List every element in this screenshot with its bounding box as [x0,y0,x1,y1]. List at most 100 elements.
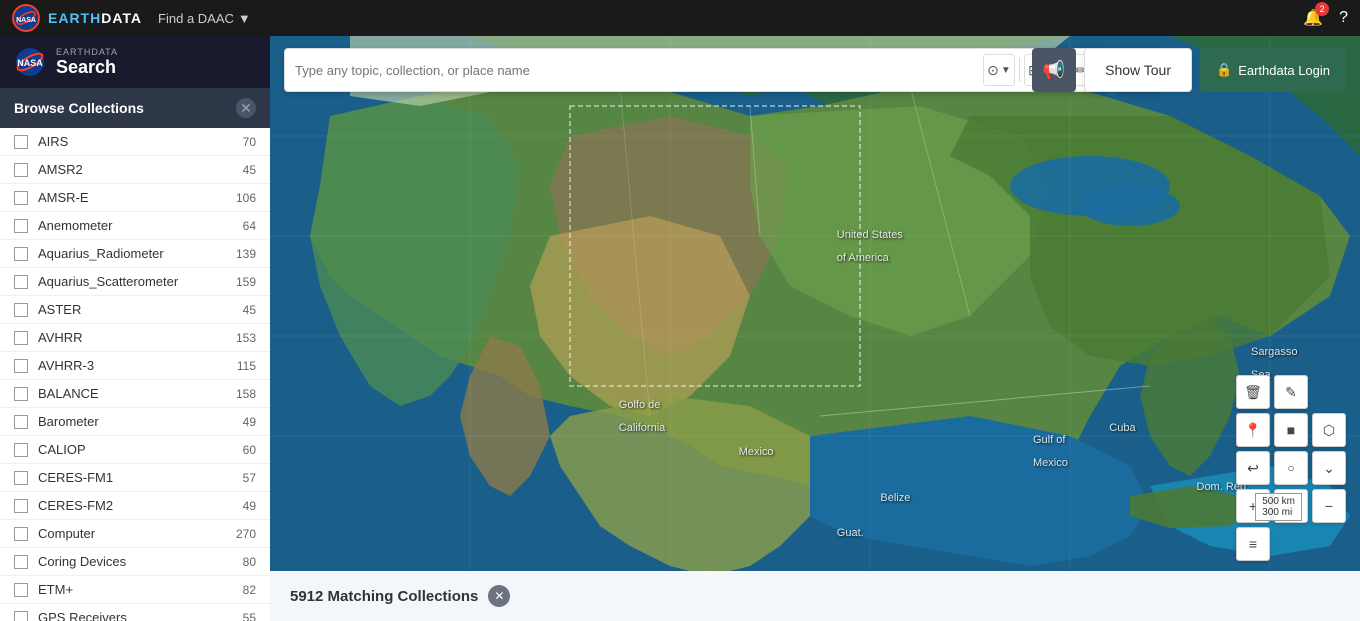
sidebar-list: AIRS 70 AMSR2 45 AMSR-E 106 Anemometer 6… [0,128,270,621]
list-item-name: CALIOP [38,442,226,457]
edit-button[interactable]: ✎ [1274,375,1308,409]
list-item-checkbox[interactable] [14,359,28,373]
list-item-count: 139 [226,247,256,261]
list-item[interactable]: AMSR-E 106 [0,184,270,212]
list-item-count: 49 [226,415,256,429]
map-area: United States of America Golfo de Califo… [270,36,1360,621]
list-item[interactable]: CALIOP 60 [0,436,270,464]
login-button[interactable]: 🔒 Earthdata Login [1200,48,1346,92]
list-item-count: 60 [226,443,256,457]
list-item-checkbox[interactable] [14,611,28,621]
map-controls-row-5: ≡ [1236,527,1346,561]
list-item[interactable]: ASTER 45 [0,296,270,324]
list-item-checkbox[interactable] [14,135,28,149]
map-controls-row-2: 📍 ■ ⬡ [1236,413,1346,447]
chevron-down-button[interactable]: ⌄ [1312,451,1346,485]
earthdata-brand: EARTHDATA [48,10,142,26]
map-controls-row-1: 🗑 ✎ [1236,375,1346,409]
list-item[interactable]: Anemometer 64 [0,212,270,240]
globe-button[interactable]: ○ [1274,451,1308,485]
list-item-checkbox[interactable] [14,303,28,317]
list-item-name: AMSR-E [38,190,226,205]
matching-count: 5912 Matching Collections [290,588,478,605]
list-item[interactable]: Coring Devices 80 [0,548,270,576]
list-item-count: 115 [226,359,256,373]
list-item-checkbox[interactable] [14,527,28,541]
list-item-checkbox[interactable] [14,331,28,345]
sidebar-brand-top: EARTHDATA [56,47,118,57]
svg-text:NASA: NASA [16,17,36,24]
list-item[interactable]: Computer 270 [0,520,270,548]
svg-text:NASA: NASA [17,58,43,68]
sidebar: NASA EARTHDATA Search Browse Collections… [0,36,270,621]
marker-button[interactable]: 📍 [1236,413,1270,447]
list-item-checkbox[interactable] [14,415,28,429]
list-item-checkbox[interactable] [14,191,28,205]
list-item-checkbox[interactable] [14,583,28,597]
top-nav-right: 🔔 2 ? [1303,8,1348,28]
list-item-checkbox[interactable] [14,219,28,233]
list-item-checkbox[interactable] [14,555,28,569]
list-item-name: Computer [38,526,226,541]
list-item[interactable]: AIRS 70 [0,128,270,156]
polygon-button[interactable]: ⬡ [1312,413,1346,447]
undo-button[interactable]: ↩ [1236,451,1270,485]
matching-collections-bar: 5912 Matching Collections ✕ [270,571,1360,621]
list-item[interactable]: GPS Receivers 55 [0,604,270,621]
scale-bar: 500 km 300 mi [1255,493,1302,521]
list-item-checkbox[interactable] [14,163,28,177]
list-item-checkbox[interactable] [14,499,28,513]
list-item-name: Coring Devices [38,554,226,569]
list-item-name: AIRS [38,134,226,149]
sidebar-nasa-logo-icon: NASA [14,46,46,78]
list-item-checkbox[interactable] [14,471,28,485]
sidebar-brand-bottom: Search [56,57,118,78]
announce-button[interactable]: 📢 [1032,48,1076,92]
list-item-name: AMSR2 [38,162,226,177]
list-item-checkbox[interactable] [14,275,28,289]
matching-close-button[interactable]: ✕ [488,585,510,607]
browse-collections-close-button[interactable]: ✕ [236,98,256,118]
list-item[interactable]: CERES-FM2 49 [0,492,270,520]
sidebar-brand: EARTHDATA Search [56,47,118,78]
scale-km: 500 km [1262,496,1295,507]
list-item[interactable]: Aquarius_Radiometer 139 [0,240,270,268]
help-button[interactable]: ? [1339,9,1348,27]
list-item-name: ASTER [38,302,226,317]
list-item[interactable]: AVHRR-3 115 [0,352,270,380]
lock-icon: 🔒 [1216,62,1232,78]
square-button[interactable]: ■ [1274,413,1308,447]
list-item-count: 57 [226,471,256,485]
layers-button[interactable]: ≡ [1236,527,1270,561]
search-input[interactable] [295,63,983,78]
list-item[interactable]: CERES-FM1 57 [0,464,270,492]
list-item[interactable]: AMSR2 45 [0,156,270,184]
trash-button[interactable]: 🗑 [1236,375,1270,409]
list-item[interactable]: Aquarius_Scatterometer 159 [0,268,270,296]
list-item-name: GPS Receivers [38,610,226,621]
map-top-right: 📢 Show Tour 🔒 Earthdata Login [1032,48,1346,92]
list-item-count: 158 [226,387,256,401]
list-item-count: 49 [226,499,256,513]
list-item-checkbox[interactable] [14,443,28,457]
list-item-checkbox[interactable] [14,387,28,401]
list-item-name: CERES-FM2 [38,498,226,513]
list-item-count: 45 [226,163,256,177]
list-item-name: CERES-FM1 [38,470,226,485]
list-item[interactable]: Barometer 49 [0,408,270,436]
notification-button[interactable]: 🔔 2 [1303,8,1323,28]
top-nav: NASA EARTHDATA Find a DAAC ▼ 🔔 2 ? [0,0,1360,36]
list-item[interactable]: BALANCE 158 [0,380,270,408]
list-item-checkbox[interactable] [14,247,28,261]
spatial-filter-button[interactable]: ⊙ ▼ [983,54,1015,86]
top-nav-logo: NASA EARTHDATA [12,4,142,32]
zoom-out-button[interactable]: − [1312,489,1346,523]
list-item-name: Aquarius_Radiometer [38,246,226,261]
list-item[interactable]: ETM+ 82 [0,576,270,604]
browse-collections-label: Browse Collections [14,100,144,116]
list-item-count: 270 [226,527,256,541]
list-item[interactable]: AVHRR 153 [0,324,270,352]
target-icon: ⊙ [987,62,999,79]
find-daac-menu[interactable]: Find a DAAC ▼ [158,11,251,26]
show-tour-button[interactable]: Show Tour [1084,48,1192,92]
